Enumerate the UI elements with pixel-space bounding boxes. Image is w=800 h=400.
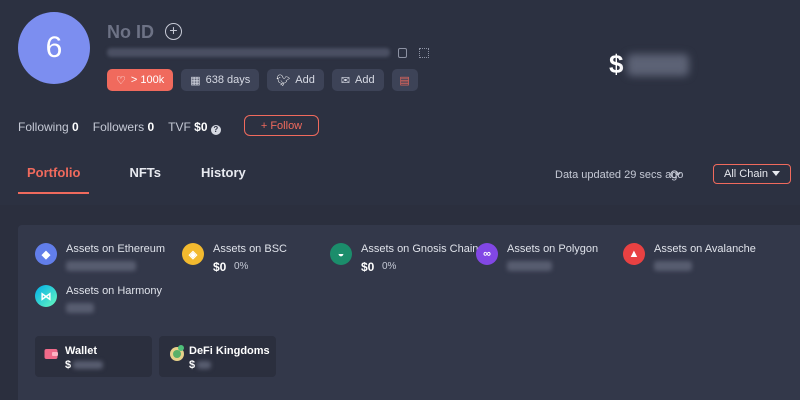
help-icon[interactable]: ?	[210, 125, 221, 135]
following-stat[interactable]: Following 0	[18, 120, 79, 135]
asset-value-hidden	[507, 261, 552, 271]
diamond-icon: ♡	[116, 74, 126, 87]
tab-nfts[interactable]: NFTs	[129, 163, 161, 194]
note-icon: ▤	[399, 74, 410, 87]
protocol-wallet[interactable]: Wallet $	[35, 336, 152, 377]
total-balance: $	[609, 49, 690, 80]
add-twitter-button[interactable]: 🐦︎ Add	[267, 69, 324, 91]
wallet-icon	[44, 347, 58, 365]
asset-harmony[interactable]: ⋈ Assets on Harmony	[35, 285, 175, 325]
ethereum-icon: ◆	[35, 243, 57, 265]
add-email-button[interactable]: ✉ Add	[331, 69, 384, 91]
mail-icon: ✉	[340, 74, 351, 87]
tab-history[interactable]: History	[201, 163, 246, 194]
followers-stat[interactable]: Followers 0	[93, 120, 154, 135]
note-button[interactable]: ▤	[391, 69, 418, 91]
twitter-icon: 🐦︎	[276, 74, 291, 87]
net-worth-badge[interactable]: ♡ > 100k	[107, 69, 174, 91]
gnosis-icon: ◒	[330, 243, 352, 265]
chain-filter-select[interactable]: All Chain	[713, 164, 791, 184]
main-tabs: Portfolio NFTs History	[18, 163, 286, 194]
calendar-icon: ▦	[190, 74, 201, 87]
defi-kingdoms-icon	[168, 344, 186, 367]
profile-badges: ♡ > 100k ▦ 638 days 🐦︎ Add ✉ Add ▤	[107, 69, 418, 91]
asset-polygon[interactable]: ∞ Assets on Polygon	[476, 243, 616, 283]
avatar: 6	[18, 12, 90, 84]
tab-portfolio[interactable]: Portfolio	[18, 163, 90, 194]
protocol-defi-kingdoms[interactable]: DeFi Kingdoms $	[159, 336, 276, 377]
harmony-icon: ⋈	[35, 285, 57, 307]
copy-icon[interactable]	[398, 48, 407, 58]
account-age-badge: ▦ 638 days	[181, 69, 260, 91]
protocol-value-hidden	[197, 361, 211, 369]
bsc-icon: ◈	[182, 243, 204, 265]
qr-code-icon[interactable]	[419, 48, 429, 58]
tvf-stat: TVF $0 ?	[168, 120, 221, 135]
avalanche-icon: ▲	[623, 243, 645, 265]
follow-button[interactable]: + Follow	[244, 115, 319, 136]
refresh-icon[interactable]: ⟳	[670, 167, 681, 183]
asset-ethereum[interactable]: ◆ Assets on Ethereum	[35, 243, 175, 283]
asset-value-hidden	[654, 261, 692, 271]
asset-bsc[interactable]: ◈ Assets on BSC $0 0%	[182, 243, 322, 283]
add-id-icon[interactable]: +	[165, 23, 182, 40]
social-stats: Following 0 Followers 0 TVF $0 ?	[18, 120, 221, 135]
profile-name: No ID	[107, 22, 154, 42]
wallet-address	[107, 48, 390, 57]
caret-down-icon	[772, 171, 780, 176]
protocol-value-hidden	[73, 361, 103, 369]
asset-value-hidden	[66, 303, 94, 313]
asset-value-hidden	[66, 261, 136, 271]
profile-header: 6 No ID + ♡ > 100k ▦ 638 days 🐦︎ Add ✉ A…	[0, 0, 800, 205]
polygon-icon: ∞	[476, 243, 498, 265]
data-updated-text: Data updated 29 secs ago	[555, 169, 684, 181]
balance-hidden-value	[627, 53, 690, 76]
asset-avalanche[interactable]: ▲ Assets on Avalanche	[623, 243, 763, 283]
asset-gnosis[interactable]: ◒ Assets on Gnosis Chain $0 0%	[330, 243, 478, 283]
